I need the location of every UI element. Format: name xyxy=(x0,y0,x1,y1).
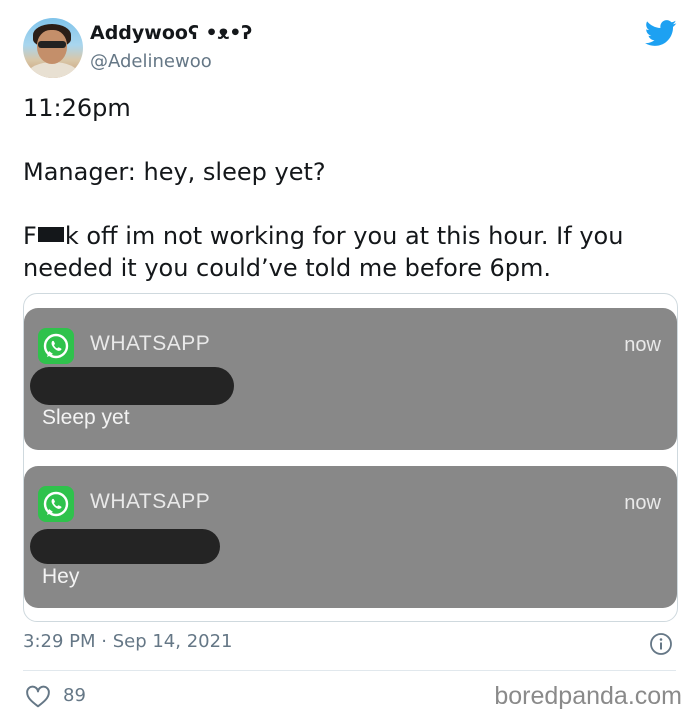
display-name[interactable]: Addywooʕ •ᴥ•ʔ xyxy=(90,22,252,45)
like-count: 89 xyxy=(63,685,86,706)
tweet-reply-line: k off im not working for you at this hou… xyxy=(23,222,624,282)
notification-time: now xyxy=(624,334,661,356)
notification-card: WHATSAPP now Sleep yet xyxy=(24,308,677,450)
tweet-time-line: 11:26pm xyxy=(23,94,131,122)
censor-bar xyxy=(37,227,64,242)
twitter-bird-icon xyxy=(645,20,677,46)
tweet-text: 11:26pm Manager: hey, sleep yet? Fk off … xyxy=(23,92,673,284)
info-icon[interactable] xyxy=(649,632,673,656)
whatsapp-icon xyxy=(38,486,74,522)
tweet-media[interactable]: WHATSAPP now Sleep yet WHATSAPP now Hey xyxy=(23,293,678,622)
notification-app-name: WHATSAPP xyxy=(90,332,211,355)
notification-card: WHATSAPP now Hey xyxy=(24,466,677,608)
tweet-timestamp[interactable]: 3:29 PM · Sep 14, 2021 xyxy=(23,631,233,652)
whatsapp-icon xyxy=(38,328,74,364)
redaction-bar xyxy=(30,367,234,405)
notification-app-name: WHATSAPP xyxy=(90,490,211,513)
heart-icon[interactable] xyxy=(25,684,51,708)
notification-message: Hey xyxy=(42,565,80,588)
tweet-manager-line: Manager: hey, sleep yet? xyxy=(23,158,326,186)
tweet-card: Addywooʕ •ᴥ•ʔ @Adelinewoo 11:26pm Manage… xyxy=(0,0,700,723)
user-handle[interactable]: @Adelinewoo xyxy=(90,51,212,72)
watermark: boredpanda.com xyxy=(494,682,682,710)
divider xyxy=(23,670,676,671)
avatar[interactable] xyxy=(23,18,83,78)
notification-time: now xyxy=(624,492,661,514)
notification-message: Sleep yet xyxy=(42,406,130,429)
redaction-bar xyxy=(30,529,220,564)
tweet-reply-prefix: F xyxy=(23,222,37,250)
